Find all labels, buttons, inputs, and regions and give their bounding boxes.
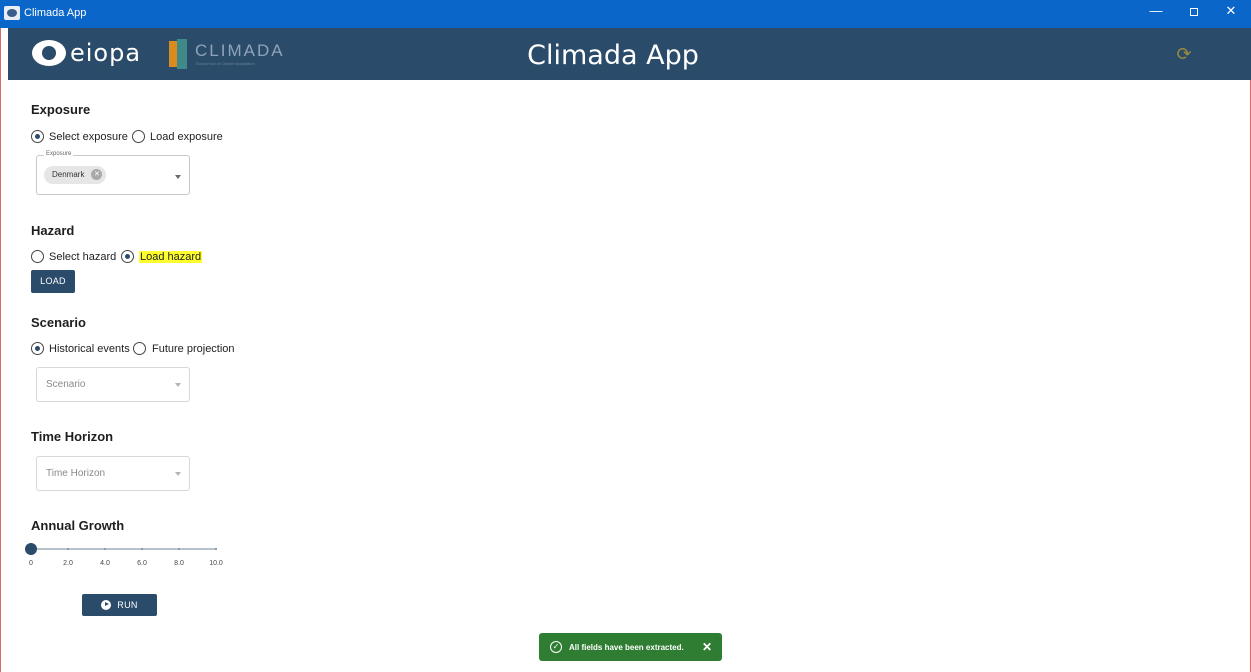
radio-label-load-exposure[interactable]: Load exposure — [150, 131, 223, 143]
hazard-heading: Hazard — [31, 223, 75, 238]
app-title: Climada App — [527, 40, 699, 71]
scenario-placeholder: Scenario — [46, 379, 86, 390]
close-window-button[interactable]: ✕ — [1214, 0, 1248, 24]
run-button-label: RUN — [117, 600, 138, 610]
radio-future-projection[interactable] — [133, 342, 146, 355]
annual-growth-heading: Annual Growth — [31, 518, 125, 533]
radio-load-hazard[interactable] — [121, 250, 134, 263]
annual-growth-slider[interactable]: 0 2.0 4.0 6.0 8.0 10.0 — [25, 541, 223, 571]
slider-mark — [104, 548, 106, 550]
exposure-select[interactable]: Exposure Denmark ✕ — [36, 151, 190, 195]
radio-label-select-exposure[interactable]: Select exposure — [49, 131, 128, 143]
scenario-heading: Scenario — [31, 315, 86, 330]
minimize-button[interactable]: — — [1139, 0, 1173, 24]
hazard-radio-group: Select hazard Load hazard — [31, 249, 231, 265]
snackbar-message: All fields have been extracted. — [569, 643, 684, 652]
exposure-chip-label: Denmark — [52, 170, 85, 179]
slider-mark — [141, 548, 143, 550]
slider-tick-label: 6.0 — [137, 560, 147, 567]
chevron-down-icon[interactable] — [175, 383, 181, 387]
scenario-radio-group: Historical events Future projection — [31, 341, 251, 357]
slider-mark — [178, 548, 180, 550]
time-horizon-select[interactable]: Time Horizon — [36, 456, 190, 491]
slider-tick-label: 2.0 — [63, 560, 73, 567]
radio-label-select-hazard[interactable]: Select hazard — [49, 251, 116, 263]
exposure-chip: Denmark ✕ — [44, 166, 107, 184]
chevron-down-icon[interactable] — [175, 175, 181, 179]
success-snackbar: ✓ All fields have been extracted. ✕ — [539, 633, 722, 661]
run-button[interactable]: RUN — [82, 594, 157, 616]
snackbar-close-button[interactable]: ✕ — [702, 640, 712, 654]
window-title: Climada App — [24, 7, 87, 19]
radio-historical-events[interactable] — [31, 342, 44, 355]
load-hazard-button[interactable]: LOAD — [31, 270, 75, 293]
radio-label-future-projection[interactable]: Future projection — [152, 343, 235, 355]
slider-tick-label: 4.0 — [100, 560, 110, 567]
radio-select-exposure[interactable] — [31, 130, 44, 143]
app-window-icon — [4, 6, 20, 20]
maximize-icon — [1190, 7, 1198, 16]
radio-label-load-hazard[interactable]: Load hazard — [139, 251, 203, 263]
app-header: eiopa CLIMADA Economics of Climate Adapt… — [8, 28, 1251, 80]
exposure-field-label: Exposure — [44, 151, 74, 157]
slider-mark — [67, 548, 69, 550]
chevron-down-icon[interactable] — [175, 472, 181, 476]
scenario-select[interactable]: Scenario — [36, 367, 190, 402]
radio-load-exposure[interactable] — [132, 130, 145, 143]
slider-tick-label: 10.0 — [209, 560, 223, 567]
window-titlebar: Climada App — ✕ — [0, 0, 1251, 28]
slider-tick-label: 0 — [29, 560, 33, 567]
slider-mark — [215, 548, 217, 550]
time-horizon-placeholder: Time Horizon — [46, 468, 106, 479]
exposure-radio-group: Select exposure Load exposure — [31, 129, 231, 145]
maximize-button[interactable] — [1177, 0, 1211, 24]
time-horizon-heading: Time Horizon — [31, 429, 114, 444]
exposure-heading: Exposure — [31, 102, 91, 117]
slider-thumb[interactable] — [25, 543, 37, 555]
slider-tick-label: 8.0 — [174, 560, 184, 567]
radio-select-hazard[interactable] — [31, 250, 44, 263]
check-circle-icon: ✓ — [550, 641, 562, 653]
chip-remove-icon[interactable]: ✕ — [91, 169, 103, 180]
radio-label-historical-events[interactable]: Historical events — [49, 343, 130, 355]
refresh-icon[interactable]: ⟳ — [1173, 43, 1195, 65]
slider-track[interactable] — [31, 548, 216, 550]
play-circle-icon — [101, 599, 112, 610]
window-border-left — [0, 28, 1, 672]
